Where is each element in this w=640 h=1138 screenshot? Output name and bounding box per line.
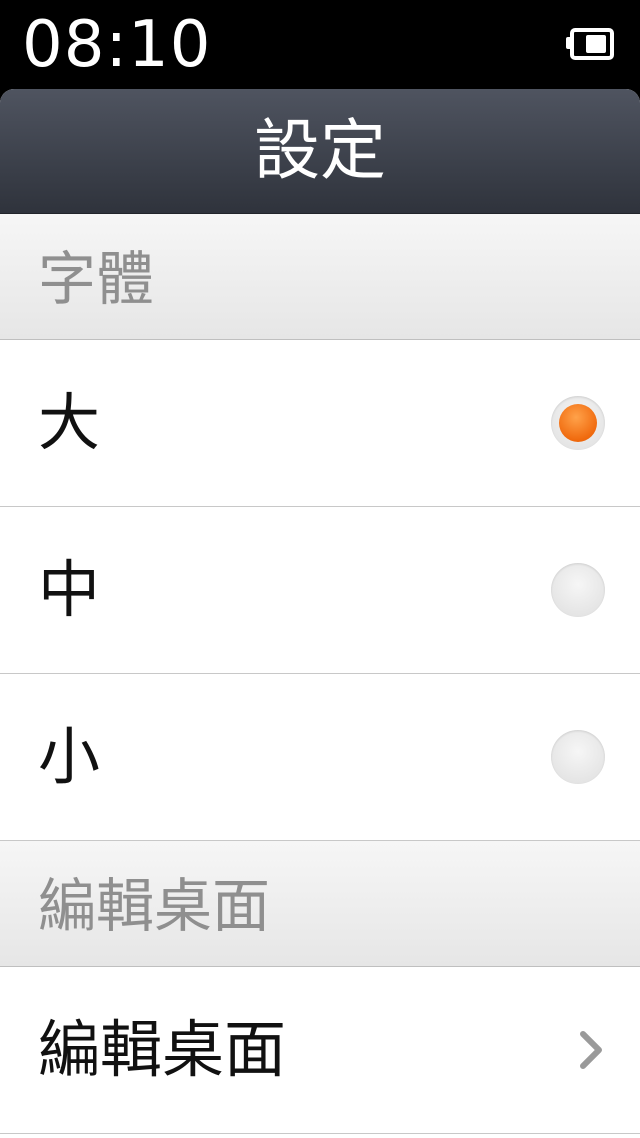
font-option-label: 小 [38, 720, 101, 793]
edit-desktop-label: 編輯桌面 [38, 1013, 287, 1086]
section-label-font: 字體 [38, 245, 155, 313]
section-label-edit-desktop: 編輯桌面 [38, 872, 271, 940]
radio-button-small[interactable] [551, 730, 605, 784]
section-header-edit-desktop: 編輯桌面 [0, 841, 640, 967]
battery-level [586, 35, 606, 53]
title-bar: 設定 [0, 89, 640, 214]
radio-selected-dot [559, 404, 597, 442]
font-option-large[interactable]: 大 [0, 340, 640, 507]
font-option-medium[interactable]: 中 [0, 507, 640, 674]
radio-button-large[interactable] [551, 396, 605, 450]
battery-icon [566, 28, 614, 60]
status-bar: 08:10 [0, 0, 640, 90]
font-option-small[interactable]: 小 [0, 674, 640, 841]
phone-screen: 08:10 設定 字體 大 中 小 編輯桌面 編輯桌面 [0, 0, 640, 1138]
font-option-label: 大 [38, 386, 101, 459]
font-option-label: 中 [38, 553, 101, 626]
section-header-font: 字體 [0, 214, 640, 340]
settings-app: 設定 字體 大 中 小 編輯桌面 編輯桌面 [0, 89, 640, 1138]
chevron-right-icon [580, 1031, 602, 1069]
status-time: 08:10 [22, 8, 212, 82]
page-title: 設定 [254, 112, 386, 189]
radio-button-medium[interactable] [551, 563, 605, 617]
edit-desktop-item[interactable]: 編輯桌面 [0, 967, 640, 1134]
